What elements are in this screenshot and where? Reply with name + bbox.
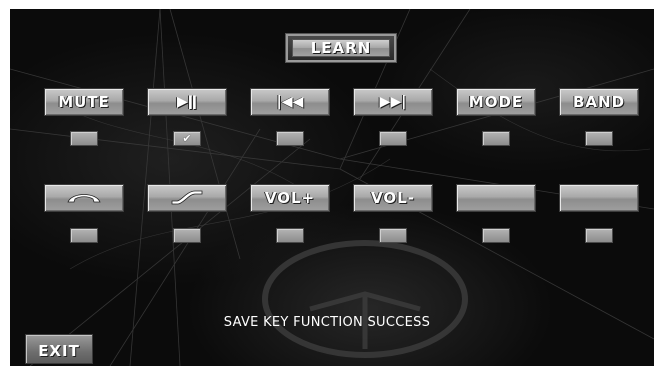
unassigned-indicator-2[interactable]: [585, 228, 613, 243]
steering-wheel-learn-screen: LEARN MUTE ▶ǁ |◀◀ ▶▶| MODE BAND ✔ VOL+ V…: [10, 9, 654, 366]
mute-indicator[interactable]: [70, 131, 98, 146]
hang-up-indicator[interactable]: [70, 228, 98, 243]
previous-track-button[interactable]: |◀◀: [250, 88, 330, 116]
phone-answer-icon: [171, 190, 203, 205]
play-pause-icon: ▶ǁ: [177, 94, 197, 110]
previous-track-indicator[interactable]: [276, 131, 304, 146]
steering-wheel-graphic: [262, 240, 468, 358]
mute-button-label: MUTE: [58, 93, 110, 111]
volume-down-indicator[interactable]: [379, 228, 407, 243]
answer-call-indicator[interactable]: [173, 228, 201, 243]
mode-button-label: MODE: [468, 93, 524, 111]
phone-hangup-icon: [67, 194, 101, 203]
volume-down-label: VOL-: [371, 189, 415, 207]
learn-button-label: LEARN: [292, 39, 390, 57]
band-indicator[interactable]: [585, 131, 613, 146]
volume-up-label: VOL+: [264, 189, 316, 207]
play-pause-button[interactable]: ▶ǁ: [147, 88, 227, 116]
unassigned-button-1[interactable]: [456, 184, 536, 212]
next-track-indicator[interactable]: [379, 131, 407, 146]
learn-button[interactable]: LEARN: [286, 34, 396, 62]
mode-indicator[interactable]: [482, 131, 510, 146]
band-button[interactable]: BAND: [559, 88, 639, 116]
mute-button[interactable]: MUTE: [44, 88, 124, 116]
skip-previous-icon: |◀◀: [276, 94, 304, 110]
exit-button-label: EXIT: [38, 342, 80, 360]
band-button-label: BAND: [572, 93, 626, 111]
play-pause-indicator[interactable]: ✔: [173, 131, 201, 146]
volume-down-button[interactable]: VOL-: [353, 184, 433, 212]
mode-button[interactable]: MODE: [456, 88, 536, 116]
status-message: SAVE KEY FUNCTION SUCCESS: [223, 315, 431, 330]
volume-up-indicator[interactable]: [276, 228, 304, 243]
skip-next-icon: ▶▶|: [379, 94, 407, 110]
unassigned-button-2[interactable]: [559, 184, 639, 212]
exit-button[interactable]: EXIT: [25, 334, 93, 364]
answer-call-button[interactable]: [147, 184, 227, 212]
check-icon: ✔: [182, 132, 192, 145]
unassigned-indicator-1[interactable]: [482, 228, 510, 243]
hang-up-button[interactable]: [44, 184, 124, 212]
next-track-button[interactable]: ▶▶|: [353, 88, 433, 116]
volume-up-button[interactable]: VOL+: [250, 184, 330, 212]
